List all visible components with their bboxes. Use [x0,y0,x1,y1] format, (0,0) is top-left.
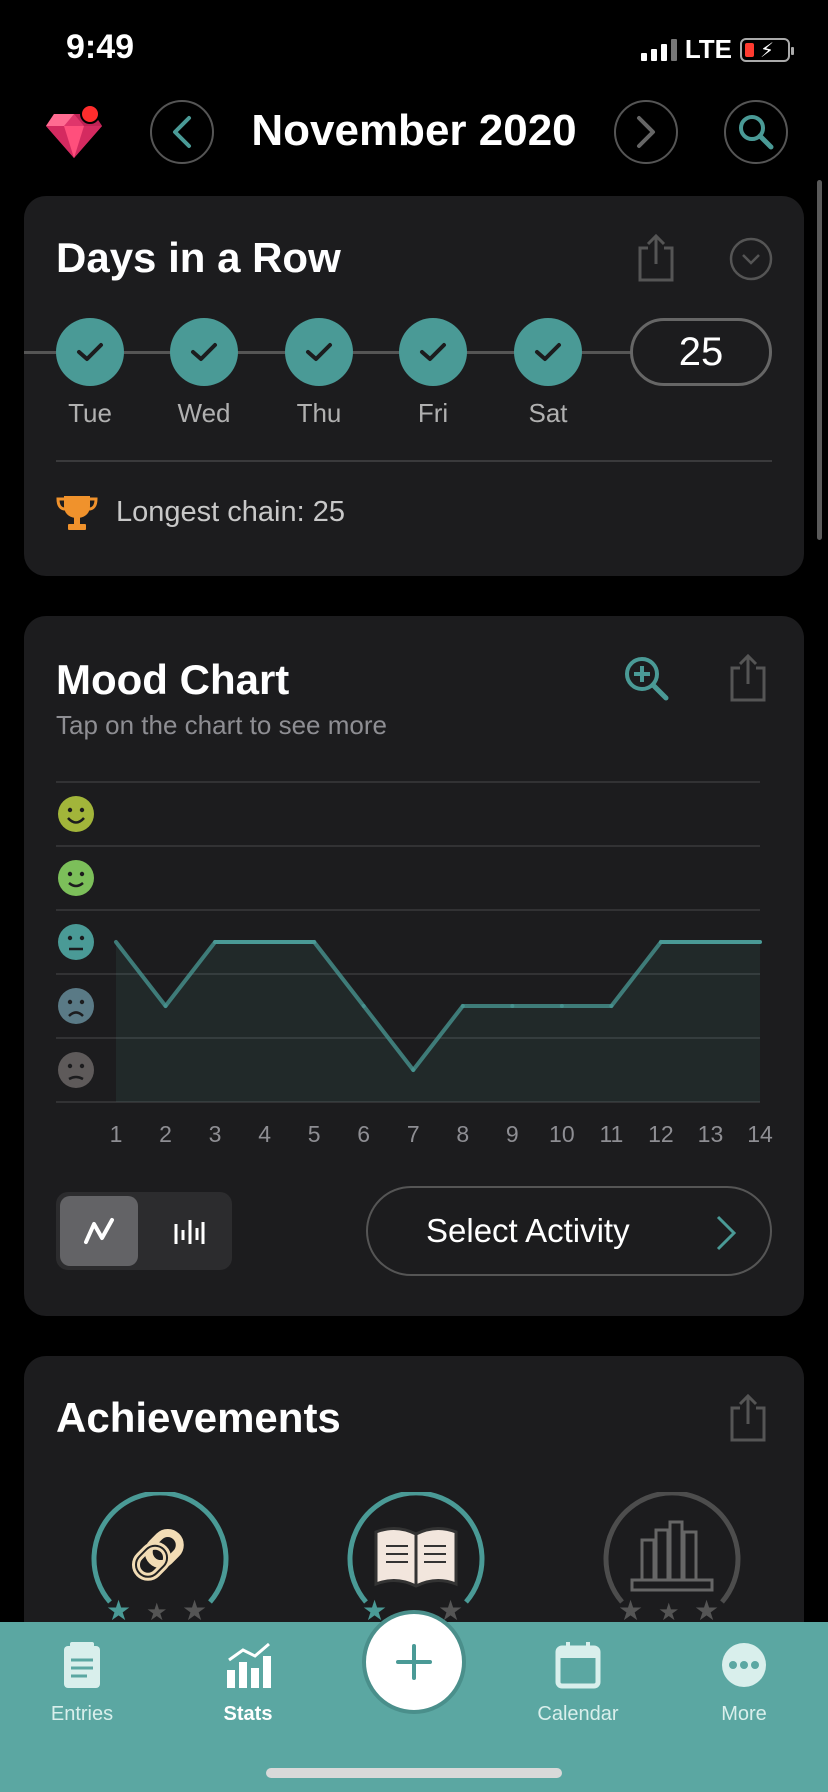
x-tick-label: 14 [747,1121,773,1147]
tab-calendar[interactable]: Calendar [508,1640,648,1726]
chevron-down-icon[interactable] [728,236,774,282]
entries-icon [64,1642,100,1688]
tab-more[interactable]: More [674,1640,814,1726]
status-bar: 9:49 LTE ⚡ [0,0,828,96]
check-icon [170,318,238,386]
network-type: LTE [684,34,732,64]
day-label: Sat [528,398,568,428]
x-tick-label: 13 [698,1121,724,1147]
share-icon[interactable] [636,232,676,284]
scrollbar[interactable] [817,180,822,540]
next-month-button[interactable] [614,100,678,164]
trophy-icon [56,496,98,530]
more-icon [722,1643,766,1687]
x-tick-label: 1 [110,1121,123,1147]
day-label: Fri [417,398,449,428]
chart-type-toggle [56,1192,232,1270]
tab-stats[interactable]: Stats [178,1640,318,1726]
day-label: Tue [68,398,112,428]
x-tick-label: 4 [258,1121,271,1147]
tab-label: Calendar [537,1703,619,1725]
library-achievement-badge[interactable]: ★ ★ ★ [602,1492,742,1632]
x-tick-label: 10 [549,1121,575,1147]
tab-label: More [721,1703,767,1725]
awful-mood-icon [58,1052,94,1088]
tab-label: Entries [50,1703,114,1725]
rad-mood-icon [58,796,94,832]
streak-day: Fri [393,318,473,429]
check-icon [399,318,467,386]
tab-bar: Entries Stats Calendar More [0,1610,828,1792]
status-time: 9:49 [66,28,135,66]
x-tick-label: 12 [648,1121,674,1147]
x-tick-label: 2 [159,1121,172,1147]
x-tick-label: 11 [599,1121,623,1147]
line-chart-icon [84,1218,114,1244]
share-icon[interactable] [728,1392,768,1444]
search-icon [739,115,774,150]
tab-label: Stats [223,1703,273,1725]
good-mood-icon [58,860,94,896]
x-tick-label: 5 [308,1121,321,1147]
check-icon [56,318,124,386]
streak-count: 25 [630,318,772,386]
day-label: Thu [296,398,342,428]
header: November 2020 [0,96,828,176]
streak-day: Thu [279,318,359,429]
x-tick-label: 3 [209,1121,222,1147]
check-icon [285,318,353,386]
home-indicator [266,1768,562,1778]
streak-day: Sat [508,318,588,429]
bad-mood-icon [58,988,94,1024]
day-label: Wed [177,398,231,428]
bookshelf-icon [630,1520,714,1592]
book-icon [374,1527,458,1588]
month-title: November 2020 [251,106,577,155]
battery-icon: ⚡ [740,37,794,62]
bar-chart-icon [174,1220,205,1244]
select-activity-button[interactable]: Select Activity [366,1186,772,1276]
days-in-a-row-card: Days in a Row Tue Wed Thu Fri Sat 25 Lon… [24,196,804,576]
select-activity-label: Select Activity [426,1212,630,1249]
stats-icon [227,1642,271,1688]
x-tick-label: 8 [456,1121,469,1147]
chevron-right-icon [637,116,655,148]
signal-icon [640,38,677,61]
x-tick-label: 6 [357,1121,370,1147]
line-chart-option[interactable] [60,1196,138,1266]
chevron-right-icon [716,1215,737,1251]
chain-achievement-badge[interactable]: ★ ★ ★ [90,1492,230,1632]
card-title: Achievements [56,1394,341,1441]
streak-day: Wed [164,318,244,429]
plus-icon [396,1644,432,1680]
mood-line-chart[interactable]: 1 2 3 4 5 6 7 8 9 10 11 12 13 14 [24,616,804,1176]
longest-chain: Longest chain: 25 [56,492,345,532]
calendar-icon [555,1642,601,1689]
meh-mood-icon [58,924,94,960]
add-entry-button[interactable] [362,1610,466,1714]
check-icon [514,318,582,386]
mood-area [116,942,760,1102]
search-button[interactable] [724,100,788,164]
x-tick-label: 9 [506,1121,519,1147]
card-title: Days in a Row [56,234,341,281]
mood-chart-card: Mood Chart Tap on the chart to see more … [24,616,804,1316]
chain-link-icon [131,1528,184,1581]
longest-chain-label: Longest chain: 25 [116,495,345,528]
status-indicators: LTE ⚡ [640,34,794,65]
divider [56,460,772,462]
bar-chart-option[interactable] [150,1196,228,1266]
tab-entries[interactable]: Entries [12,1640,152,1726]
streak-day: Tue [50,318,130,429]
x-tick-label: 7 [407,1121,420,1147]
